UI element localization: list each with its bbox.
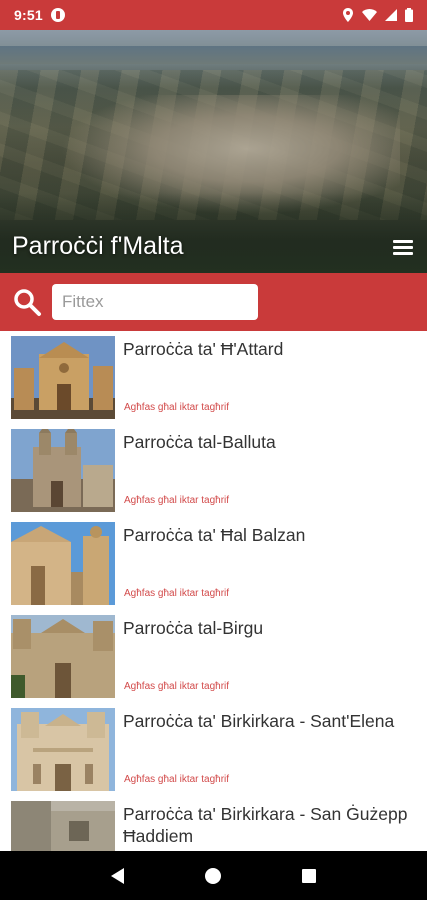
location-icon [343,8,353,22]
list-item[interactable]: Parroċċa ta' Birkirkara - San Ġużepp Ħad… [0,796,427,851]
home-icon[interactable] [204,867,221,884]
church-photo-balluta [11,429,115,512]
battery-icon [405,8,413,22]
navigation-bar [0,851,427,900]
back-icon[interactable] [110,867,124,884]
search-input[interactable] [52,284,258,320]
list-item-title: Parroċċa ta' Birkirkara - Sant'Elena [123,711,395,731]
more-info-link[interactable]: Agħfas għal iktar tagħrif [124,402,229,413]
list-item[interactable]: Parroċċa ta' Ħ'Attard Agħfas għal iktar … [0,331,427,424]
app-notification-icon [50,8,65,22]
list-item[interactable]: Parroċċa tal-Birgu Agħfas għal iktar tag… [0,610,427,703]
search-icon[interactable] [12,287,42,317]
list-item-title: Parroċċa tal-Birgu [123,618,264,638]
parish-list: Parroċċa ta' Ħ'Attard Agħfas għal iktar … [0,331,427,851]
church-photo-attard [11,336,115,419]
cellular-icon [385,9,397,21]
status-time: 9:51 [14,7,43,23]
list-item-title: Parroċċa ta' Birkirkara - San Ġużepp Ħad… [123,804,408,846]
list-item-title: Parroċċa tal-Balluta [123,432,276,452]
more-info-link[interactable]: Agħfas għal iktar tagħrif [124,495,229,506]
church-photo-birgu [11,615,115,698]
list-item[interactable]: Parroċċa ta' Ħal Balzan Agħfas għal ikta… [0,517,427,610]
hero-sea [0,46,427,64]
list-item[interactable]: Parroċċa ta' Birkirkara - Sant'Elena Agħ… [0,703,427,796]
list-item-title: Parroċċa ta' Ħ'Attard [123,339,284,359]
more-info-link[interactable]: Agħfas għal iktar tagħrif [124,588,229,599]
status-bar: 9:51 [0,0,427,30]
more-info-link[interactable]: Agħfas għal iktar tagħrif [124,681,229,692]
status-icons [342,8,413,22]
list-item-title: Parroċċa ta' Ħal Balzan [123,525,306,545]
search-bar [0,273,427,331]
church-photo-birkirkara-san-guzepp [11,801,115,851]
church-photo-balzan [11,522,115,605]
more-info-link[interactable]: Agħfas għal iktar tagħrif [124,774,229,785]
hamburger-menu-icon[interactable] [393,240,413,256]
header-hero-image: Parroċċi f'Malta [0,30,427,273]
list-item[interactable]: Parroċċa tal-Balluta Agħfas għal iktar t… [0,424,427,517]
page-title: Parroċċi f'Malta [12,232,184,260]
church-photo-birkirkara [11,708,115,791]
wifi-icon [362,9,377,21]
recents-icon[interactable] [302,868,317,883]
